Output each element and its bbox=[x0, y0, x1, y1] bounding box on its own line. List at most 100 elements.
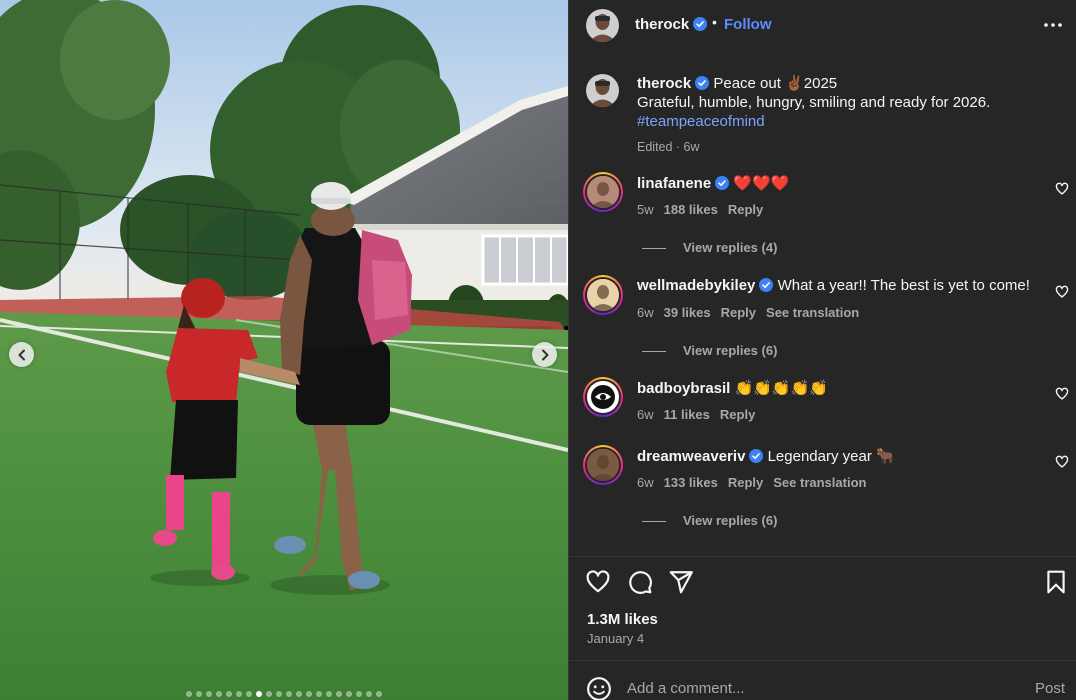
comment-text: Legendary year 🐂 bbox=[767, 448, 895, 465]
carousel-dot bbox=[266, 691, 272, 697]
comment-text: What a year!! The best is yet to come! bbox=[777, 277, 1030, 294]
comment-text-line: linafanene ❤️❤️❤️ bbox=[637, 174, 1037, 192]
post-comment-button[interactable]: Post bbox=[1035, 680, 1065, 697]
comment-text-line: wellmadebykiley What a year!! The best i… bbox=[637, 277, 1037, 294]
carousel-dot bbox=[326, 691, 332, 697]
carousel-dot bbox=[236, 691, 242, 697]
see-translation-button[interactable]: See translation bbox=[766, 305, 859, 320]
comment-username[interactable]: dreamweaveriv bbox=[637, 448, 745, 465]
caption-meta: Edited · 6w bbox=[637, 140, 700, 154]
comment-avatar[interactable] bbox=[583, 377, 623, 417]
carousel-dot bbox=[186, 691, 192, 697]
comment-avatar[interactable] bbox=[583, 172, 623, 212]
heart-icon[interactable] bbox=[585, 569, 611, 595]
carousel-next-button[interactable] bbox=[532, 342, 557, 367]
post-panel: therock • Follow therock Peace out ✌🏾202… bbox=[568, 0, 1076, 700]
likes-count[interactable]: 1.3M likes bbox=[587, 611, 658, 628]
author-avatar[interactable] bbox=[586, 9, 619, 42]
carousel-dot bbox=[356, 691, 362, 697]
caption-hashtag[interactable]: #teampeaceofmind bbox=[637, 113, 765, 130]
comment-username[interactable]: wellmadebykiley bbox=[637, 277, 755, 294]
comment-likes[interactable]: 188 likes bbox=[664, 202, 718, 217]
carousel-dot bbox=[246, 691, 252, 697]
carousel-prev-button[interactable] bbox=[9, 342, 34, 367]
comment-input[interactable] bbox=[627, 677, 1007, 699]
comment-item: dreamweaveriv Legendary year 🐂 6w 133 like… bbox=[569, 445, 1076, 505]
carousel-dot bbox=[336, 691, 342, 697]
more-icon[interactable] bbox=[1041, 14, 1065, 36]
post-date: January 4 bbox=[587, 631, 645, 646]
bookmark-icon[interactable] bbox=[1043, 569, 1069, 595]
caption-avatar[interactable] bbox=[586, 74, 619, 107]
comment-meta: 5w 188 likes Reply bbox=[637, 202, 773, 217]
carousel-dot bbox=[206, 691, 212, 697]
comment-avatar[interactable] bbox=[583, 275, 623, 315]
comment-reply-button[interactable]: Reply bbox=[721, 305, 756, 320]
comment-age: 5w bbox=[637, 202, 654, 217]
comment-meta: 6w 39 likes Reply See translation bbox=[637, 305, 869, 320]
comment-item: badboybrasil 👏👏👏👏👏 6w 11 likes Reply bbox=[569, 377, 1076, 437]
view-replies-button[interactable]: View replies (6) bbox=[642, 343, 777, 358]
carousel-dot bbox=[216, 691, 222, 697]
comment-age: 6w bbox=[637, 407, 654, 422]
heart-icon[interactable] bbox=[1055, 455, 1069, 469]
carousel-dot bbox=[296, 691, 302, 697]
caption-line-1: Peace out ✌🏾2025 bbox=[713, 75, 838, 92]
comment-likes[interactable]: 11 likes bbox=[664, 407, 710, 422]
comment-likes[interactable]: 39 likes bbox=[664, 305, 711, 320]
carousel-indicator bbox=[0, 691, 568, 697]
carousel-dot bbox=[256, 691, 262, 697]
comment-text: 👏👏👏👏👏 bbox=[734, 380, 828, 397]
carousel-dot bbox=[346, 691, 352, 697]
post-photo bbox=[0, 0, 568, 700]
author-username[interactable]: therock bbox=[635, 16, 708, 33]
comment-icon[interactable] bbox=[627, 569, 653, 595]
post-media[interactable] bbox=[0, 0, 568, 700]
post-header: therock • Follow bbox=[569, 0, 1076, 50]
verified-icon bbox=[749, 449, 764, 463]
add-comment-bar: Post bbox=[569, 660, 1076, 700]
heart-icon[interactable] bbox=[1055, 182, 1069, 196]
carousel-dot bbox=[276, 691, 282, 697]
comment-reply-button[interactable]: Reply bbox=[728, 475, 763, 490]
post-view: therock • Follow therock Peace out ✌🏾202… bbox=[0, 0, 1076, 700]
comment-age: 6w bbox=[637, 305, 654, 320]
carousel-dot bbox=[226, 691, 232, 697]
heart-icon[interactable] bbox=[1055, 387, 1069, 401]
comment-item: wellmadebykiley What a year!! The best i… bbox=[569, 275, 1076, 335]
follow-button[interactable]: Follow bbox=[724, 16, 772, 33]
comment-username[interactable]: badboybrasil bbox=[637, 380, 730, 397]
carousel-dot bbox=[376, 691, 382, 697]
share-icon[interactable] bbox=[668, 569, 694, 595]
header-separator: • bbox=[712, 14, 717, 30]
comment-text-line: dreamweaveriv Legendary year 🐂 bbox=[637, 447, 1037, 465]
comment-reply-button[interactable]: Reply bbox=[728, 202, 763, 217]
verified-icon bbox=[695, 76, 710, 90]
emoji-icon[interactable] bbox=[586, 676, 612, 700]
carousel-dot bbox=[306, 691, 312, 697]
comment-age: 6w bbox=[637, 475, 654, 490]
see-translation-button[interactable]: See translation bbox=[773, 475, 866, 490]
comment-username[interactable]: linafanene bbox=[637, 175, 711, 192]
caption-text: therock Peace out ✌🏾2025 Grateful, humbl… bbox=[637, 74, 1057, 157]
caption-username[interactable]: therock bbox=[637, 75, 691, 92]
chevron-right-icon bbox=[541, 349, 548, 360]
verified-icon bbox=[759, 278, 774, 292]
carousel-dot bbox=[316, 691, 322, 697]
carousel-dot bbox=[366, 691, 372, 697]
view-replies-button[interactable]: View replies (4) bbox=[642, 240, 777, 255]
comment-reply-button[interactable]: Reply bbox=[720, 407, 755, 422]
carousel-dot bbox=[286, 691, 292, 697]
carousel-dot bbox=[196, 691, 202, 697]
view-replies-button[interactable]: View replies (6) bbox=[642, 513, 777, 528]
comment-item: linafanene ❤️❤️❤️ 5w 188 likes Reply bbox=[569, 172, 1076, 232]
verified-icon bbox=[693, 17, 708, 31]
chevron-left-icon bbox=[18, 349, 25, 360]
comment-avatar[interactable] bbox=[583, 445, 623, 485]
comment-meta: 6w 133 likes Reply See translation bbox=[637, 475, 876, 490]
comment-likes[interactable]: 133 likes bbox=[664, 475, 718, 490]
caption-line-2: Grateful, humble, hungry, smiling and re… bbox=[637, 94, 991, 111]
verified-icon bbox=[715, 176, 730, 190]
comment-meta: 6w 11 likes Reply bbox=[637, 407, 765, 422]
heart-icon[interactable] bbox=[1055, 285, 1069, 299]
